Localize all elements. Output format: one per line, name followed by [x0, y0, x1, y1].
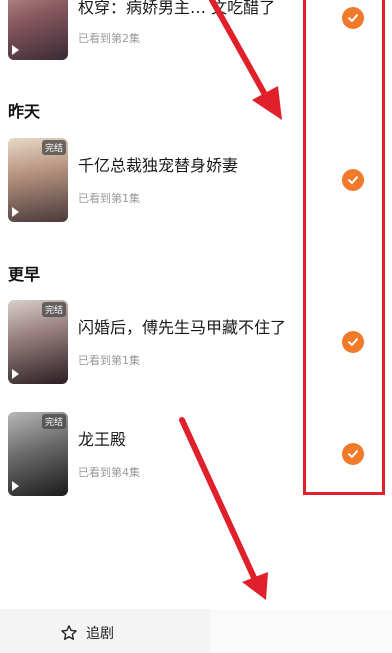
play-icon [12, 481, 19, 491]
play-icon [12, 45, 19, 55]
drama-thumbnail[interactable] [8, 0, 68, 60]
drama-title: 闪婚后，傅先生马甲藏不住了 [78, 318, 287, 337]
bottom-toolbar: 追剧 [0, 609, 392, 653]
play-icon [12, 369, 19, 379]
completed-badge: 完结 [41, 414, 66, 429]
watch-progress: 已看到第1集 [78, 192, 140, 205]
follow-button[interactable]: 追剧 [60, 623, 114, 643]
drama-title: 权穿：病娇男主… 文吃醋了 [78, 0, 276, 17]
watch-progress: 已看到第1集 [78, 354, 140, 367]
drama-title: 龙王殿 [78, 430, 127, 449]
section-header-earlier: 更早 [8, 265, 41, 284]
watch-progress: 已看到第2集 [78, 32, 140, 45]
play-icon [12, 207, 19, 217]
completed-badge: 完结 [41, 302, 66, 317]
drama-thumbnail[interactable]: 完结 [8, 138, 68, 222]
section-header-yesterday: 昨天 [8, 102, 41, 121]
annotation-highlight-box [303, 0, 385, 495]
completed-badge: 完结 [41, 140, 66, 155]
star-icon [61, 625, 77, 640]
watch-progress: 已看到第4集 [78, 466, 140, 479]
drama-title: 千亿总裁独宠替身娇妻 [78, 156, 239, 175]
drama-thumbnail[interactable]: 完结 [8, 300, 68, 384]
follow-label: 追剧 [86, 626, 114, 642]
bottom-action-area[interactable] [210, 609, 392, 653]
drama-thumbnail[interactable]: 完结 [8, 412, 68, 496]
